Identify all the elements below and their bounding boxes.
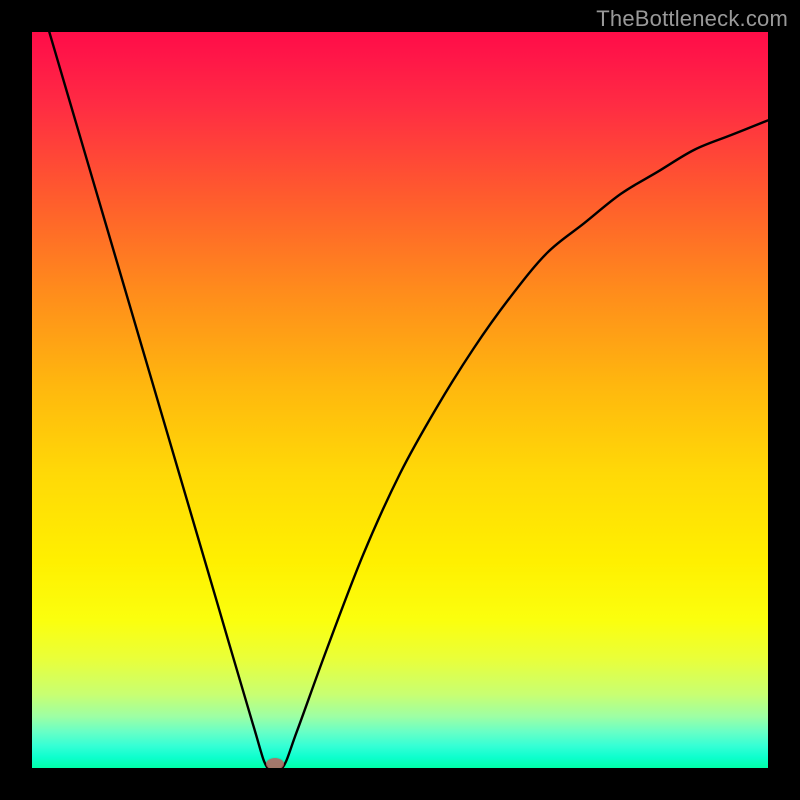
- plot-area: [32, 32, 768, 768]
- bottleneck-curve: [32, 32, 768, 768]
- curve-svg: [32, 32, 768, 768]
- watermark-text: TheBottleneck.com: [596, 6, 788, 32]
- optimum-marker: [266, 758, 284, 768]
- chart-frame: TheBottleneck.com: [0, 0, 800, 800]
